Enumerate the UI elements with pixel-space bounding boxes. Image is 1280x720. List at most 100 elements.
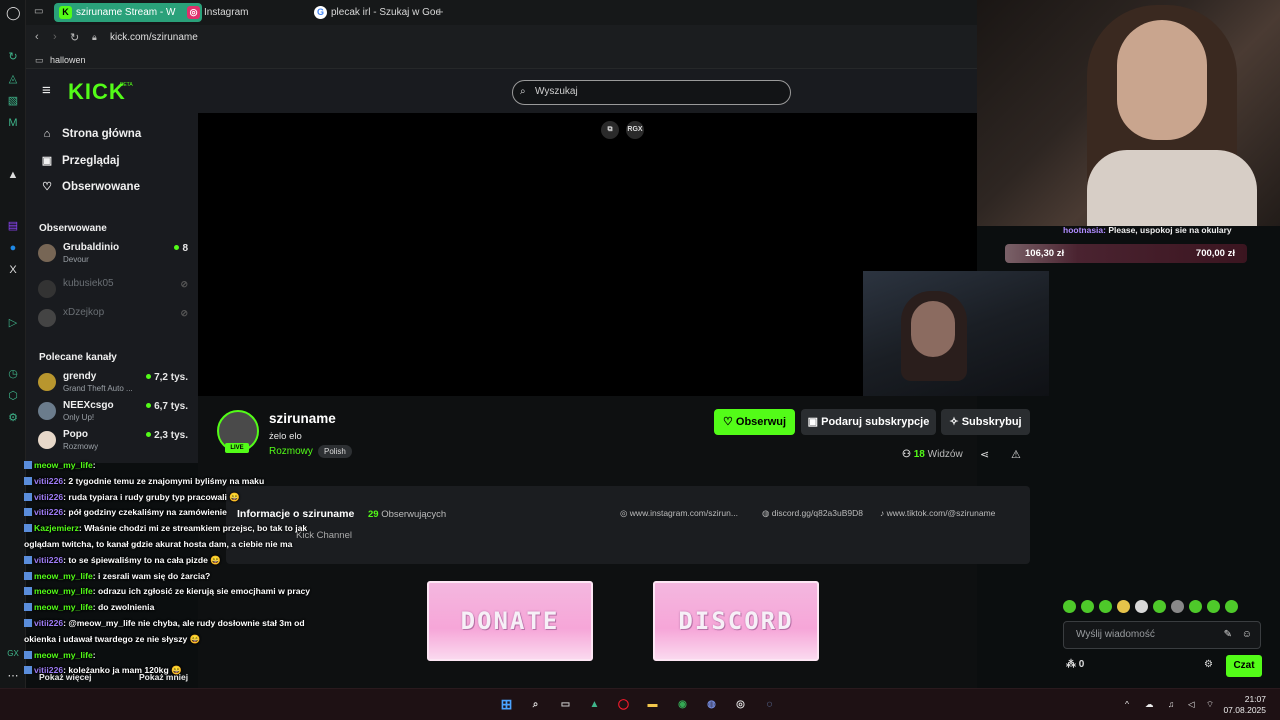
stream-category[interactable]: Rozmowy <box>269 446 313 457</box>
mic-icon[interactable]: ♫ <box>1168 699 1174 709</box>
followed-channel-item[interactable]: Grubaldinio Devour 8 <box>38 241 188 269</box>
tray-chevron-icon[interactable]: ^ <box>1125 699 1129 709</box>
nav-browse[interactable]: ▣ Przeglądaj <box>40 153 120 169</box>
kick-app-icon[interactable]: ▲ <box>6 168 20 182</box>
search-input[interactable]: ⌕ Wyszukaj <box>512 80 791 105</box>
emote-icon[interactable] <box>1189 600 1202 613</box>
workspaces-icon[interactable]: ▭ <box>34 6 43 17</box>
chat-message-input[interactable]: Wyślij wiadomość ✎ ☺ <box>1063 621 1261 649</box>
emote-icon[interactable] <box>1099 600 1112 613</box>
opera-logo-icon[interactable]: ◯ <box>6 6 21 20</box>
reload-icon[interactable]: ↻ <box>70 31 79 44</box>
history-icon[interactable]: ◷ <box>6 367 20 381</box>
pip-icon[interactable]: ⧉ <box>601 121 619 139</box>
app-icon[interactable]: ▲ <box>586 696 603 713</box>
channel-points[interactable]: ⁂ 0 <box>1066 659 1084 670</box>
recommended-channel-item[interactable]: grendy Grand Theft Auto ... 7,2 tys. <box>38 370 188 398</box>
chat-username[interactable]: meow_my_life <box>34 571 93 581</box>
extensions-icon[interactable]: ⬡ <box>6 389 20 403</box>
video-player[interactable]: ⧉ RGX <box>198 113 977 396</box>
share-icon[interactable]: ⋖ <box>980 448 989 461</box>
chat-settings-icon[interactable]: ⚙ <box>1204 659 1213 670</box>
chat-username[interactable]: vitii226 <box>34 618 63 628</box>
chat-username[interactable]: vitii226 <box>34 492 63 502</box>
show-less-button[interactable]: Pokaż mniej <box>139 668 188 686</box>
forward-icon[interactable]: › <box>53 31 57 43</box>
tab-kick-stream[interactable]: K sziruname Stream - W <box>54 3 202 22</box>
messenger-blue-icon[interactable]: ● <box>6 241 20 255</box>
follow-button[interactable]: ♡ Obserwuj <box>714 409 795 435</box>
gift-subs-button[interactable]: ▣ Podaruj subskrypcje <box>801 409 936 435</box>
emote-icon[interactable] <box>1171 600 1184 613</box>
discord-link[interactable]: ◍ discord.gg/q82a3uB9D8 <box>762 508 863 519</box>
network-icon[interactable]: ☁ <box>1145 699 1154 710</box>
task-view-icon[interactable]: ▭ <box>557 696 574 713</box>
chat-username[interactable]: meow_my_life <box>34 460 93 470</box>
tab-google-search[interactable]: G plecak irl - Szukaj w Goog <box>309 3 439 22</box>
chat-username[interactable]: meow_my_life <box>34 586 93 596</box>
chat-username[interactable]: vitii226 <box>34 476 63 486</box>
windows-start-icon[interactable]: ⊞ <box>498 696 515 713</box>
emote-picker-icon[interactable]: ✎ <box>1224 622 1232 648</box>
chat-username[interactable]: meow_my_life <box>34 650 93 660</box>
chat-username[interactable]: vitii226 <box>34 555 63 565</box>
emote-icon[interactable] <box>1117 600 1130 613</box>
followed-channel-item[interactable]: xDzejkop ⊘ <box>38 306 188 334</box>
discord-icon[interactable]: ◍ <box>703 696 720 713</box>
chat-username[interactable]: meow_my_life <box>34 602 93 612</box>
kick-logo[interactable]: KICK <box>68 81 126 103</box>
wifi-icon[interactable]: ⌔ <box>1206 699 1214 710</box>
emote-icon[interactable] <box>1207 600 1220 613</box>
tab-instagram[interactable]: ◎ Instagram <box>182 3 302 22</box>
instagram-link[interactable]: ◎ www.instagram.com/szirun... <box>620 508 738 519</box>
folder-icon: ▭ <box>35 55 44 65</box>
emote-icon[interactable] <box>1135 600 1148 613</box>
opera-gx-icon[interactable]: ◯ <box>615 696 632 713</box>
show-more-button[interactable]: Pokaż więcej <box>39 668 91 686</box>
channel-name[interactable]: sziruname <box>269 411 336 426</box>
rgx-button[interactable]: RGX <box>626 121 644 139</box>
refresh-sidebar-icon[interactable]: ↻ <box>6 50 20 64</box>
emote-icon[interactable] <box>1081 600 1094 613</box>
volume-icon[interactable]: ◁ <box>1188 699 1195 710</box>
recommended-channel-item[interactable]: NEEXcsgo Only Up! 6,7 tys. <box>38 399 188 427</box>
app-circle-icon[interactable]: ◌ <box>761 696 778 713</box>
hamburger-menu-icon[interactable]: ≡ <box>42 83 51 98</box>
emoji-icon[interactable]: ☺ <box>1242 622 1252 648</box>
recommended-channel-item[interactable]: Popo Rozmowy 2,3 tys. <box>38 428 188 456</box>
chrome-icon[interactable]: ◉ <box>674 696 691 713</box>
messenger-icon[interactable]: M <box>6 116 20 130</box>
tools-icon[interactable]: ▧ <box>6 94 20 108</box>
emote-icon[interactable] <box>1063 600 1076 613</box>
search-icon[interactable]: ⌕ <box>527 696 544 713</box>
nav-following[interactable]: ♡ Obserwowane <box>40 179 140 195</box>
followed-channel-item[interactable]: kubusiek05 ⊘ <box>38 277 188 305</box>
new-tab-button[interactable]: + <box>436 4 444 19</box>
clock[interactable]: 21:07 07.08.2025 <box>1222 694 1266 716</box>
discord-banner[interactable]: DISCORD <box>653 581 819 661</box>
emote-icon[interactable] <box>1225 600 1238 613</box>
subscribe-button[interactable]: ✧ Subskrybuj <box>941 409 1030 435</box>
player-icon[interactable]: ▷ <box>6 316 20 330</box>
donate-banner[interactable]: DONATE <box>427 581 593 661</box>
tiktok-link[interactable]: ♪ www.tiktok.com/@sziruname <box>880 508 995 518</box>
aria-icon[interactable]: ◬ <box>6 72 20 86</box>
goal-current: 106,30 zł <box>1025 248 1065 259</box>
emote-icon[interactable] <box>1153 600 1166 613</box>
report-icon[interactable]: ⚠ <box>1011 448 1021 461</box>
chat-username[interactable]: vitii226 <box>34 507 63 517</box>
twitch-icon[interactable]: ▤ <box>6 219 20 233</box>
chat-username[interactable]: Kazjemierz <box>34 523 79 533</box>
url-field[interactable]: kick.com/sziruname <box>110 32 198 43</box>
gx-icon[interactable]: GX <box>6 647 20 661</box>
language-tag[interactable]: Polish <box>318 445 352 458</box>
bookmark-hallowen[interactable]: hallowen <box>50 55 86 65</box>
file-explorer-icon[interactable]: ▬ <box>644 696 661 713</box>
x-icon[interactable]: X <box>6 263 20 277</box>
send-chat-button[interactable]: Czat <box>1226 655 1262 677</box>
settings-gear-icon[interactable]: ⚙ <box>6 411 20 425</box>
back-icon[interactable]: ‹ <box>35 31 39 43</box>
more-dots-icon[interactable]: ⋯ <box>6 669 20 683</box>
obs-icon[interactable]: ◎ <box>732 696 749 713</box>
nav-home[interactable]: ⌂ Strona główna <box>40 126 142 142</box>
